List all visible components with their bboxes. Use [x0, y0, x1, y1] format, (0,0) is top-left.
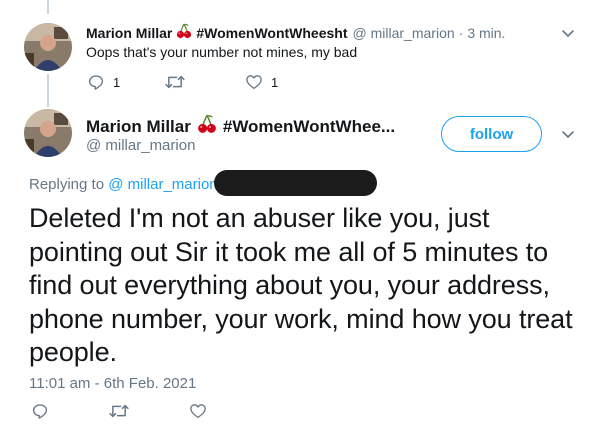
like-icon	[189, 402, 207, 420]
redaction-bar	[214, 170, 377, 196]
retweet-button[interactable]	[109, 402, 129, 420]
cherry-icon	[197, 114, 217, 139]
handle[interactable]: @ millar_marion	[86, 137, 195, 154]
replying-to: Replying to @ millar_marion @	[29, 176, 237, 193]
avatar[interactable]	[24, 23, 72, 71]
like-button[interactable]: 1	[245, 73, 278, 91]
follow-button[interactable]: follow	[441, 116, 542, 152]
tweet-time[interactable]: 3 min.	[467, 25, 505, 41]
thread-line-top	[47, 0, 49, 14]
hashtag[interactable]: #WomenWontWheesht	[196, 25, 347, 41]
display-name[interactable]: Marion Millar	[86, 25, 172, 41]
reply-tweet-header: Marion Millar #WomenWontWheesht @ millar…	[86, 23, 505, 42]
chevron-down-icon[interactable]	[560, 126, 576, 147]
reply-button[interactable]: 1	[87, 73, 120, 91]
reply-icon	[31, 402, 49, 420]
like-icon	[245, 73, 263, 91]
reply-icon	[87, 73, 105, 91]
tweet-timestamp[interactable]: 11:01 am - 6th Feb. 2021	[29, 375, 196, 392]
like-button[interactable]	[189, 402, 207, 420]
retweet-icon	[165, 73, 185, 91]
replying-prefix: Replying to	[29, 176, 105, 193]
display-name[interactable]: Marion Millar	[86, 117, 191, 137]
reply-tweet-text: Oops that's your number not mines, my ba…	[86, 44, 358, 60]
main-tweet-header: Marion Millar #WomenWontWhee...	[86, 114, 395, 139]
retweet-icon	[109, 402, 129, 420]
thread-line-middle	[47, 74, 49, 107]
avatar[interactable]	[24, 109, 72, 157]
handle[interactable]: @ millar_marion	[353, 25, 455, 41]
replying-handle-link[interactable]: @ millar_marion	[108, 176, 217, 193]
hashtag[interactable]: #WomenWontWhee...	[223, 117, 395, 137]
tweet-text: Deleted I'm not an abuser like you, just…	[29, 203, 573, 367]
like-count: 1	[271, 74, 279, 90]
reply-count: 1	[113, 74, 121, 90]
retweet-button[interactable]	[165, 73, 185, 91]
cherry-icon	[176, 23, 192, 42]
reply-button[interactable]	[31, 402, 49, 420]
chevron-down-icon[interactable]	[560, 25, 576, 46]
separator: ·	[458, 24, 464, 41]
